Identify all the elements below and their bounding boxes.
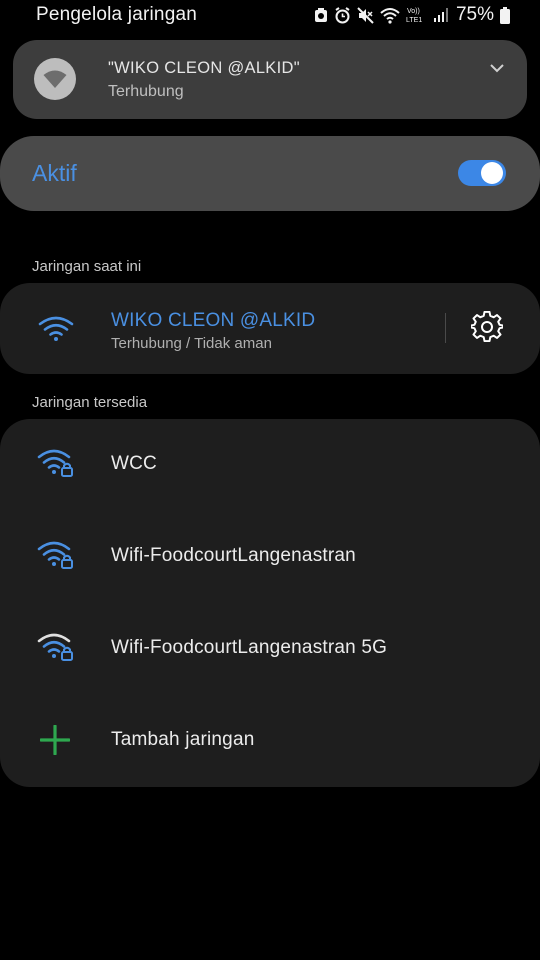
- wifi-manager-screen: Pengelola jaringan Vo)) LTE1 75% "WIKO C…: [0, 0, 540, 960]
- wifi-icon: [38, 314, 74, 347]
- network-row-wcc[interactable]: WCC: [0, 419, 540, 511]
- add-network-row[interactable]: Tambah jaringan: [0, 695, 540, 787]
- connected-network-name: "WIKO CLEON @ALKID": [108, 59, 300, 77]
- connected-network-status: Terhubung: [108, 83, 184, 100]
- network-name: WCC: [111, 453, 157, 474]
- network-row-foodcourt[interactable]: Wifi-FoodcourtLangenastran: [0, 511, 540, 603]
- available-networks-list: WCC Wifi-FoodcourtLangenastran Wifi-Food…: [0, 419, 540, 787]
- battery-icon: [500, 6, 510, 24]
- wifi-lock-icon: [37, 447, 75, 484]
- connected-network-card[interactable]: "WIKO CLEON @ALKID" Terhubung: [13, 40, 527, 119]
- wifi-lock-icon: [37, 539, 75, 576]
- status-bar: Pengelola jaringan Vo)) LTE1 75%: [0, 0, 540, 30]
- switch-knob: [481, 162, 503, 184]
- status-icons: Vo)) LTE1 75%: [314, 4, 510, 26]
- screen-title: Pengelola jaringan: [36, 4, 197, 25]
- wifi-toggle-bar[interactable]: Aktif: [0, 136, 540, 211]
- volte-top-text: Vo)): [407, 8, 420, 15]
- wifi-badge-icon: [34, 58, 76, 100]
- wifi-toggle-switch[interactable]: [458, 160, 506, 186]
- wifi-toggle-label: Aktif: [32, 160, 77, 186]
- volte-icon: Vo)) LTE1: [406, 6, 428, 24]
- network-row-foodcourt-5g[interactable]: Wifi-FoodcourtLangenastran 5G: [0, 603, 540, 695]
- current-network-status: Terhubung / Tidak aman: [111, 335, 272, 352]
- mute-icon: [357, 6, 374, 24]
- volte-bottom-text: LTE1: [406, 17, 422, 24]
- wifi-lock-icon: [37, 631, 75, 668]
- wifi-signal-icon: [380, 7, 400, 24]
- sync-icon: [314, 7, 328, 23]
- chevron-down-icon[interactable]: [489, 60, 505, 78]
- alarm-icon: [334, 6, 351, 24]
- network-name: Wifi-FoodcourtLangenastran: [111, 545, 356, 566]
- gear-icon[interactable]: [470, 310, 504, 348]
- current-network-header: Jaringan saat ini: [32, 258, 142, 275]
- row-divider: [445, 313, 446, 343]
- plus-icon: [39, 724, 71, 760]
- cell-signal-icon: [433, 7, 448, 23]
- battery-percent: 75%: [455, 4, 494, 25]
- available-networks-header: Jaringan tersedia: [32, 394, 148, 411]
- network-name: Wifi-FoodcourtLangenastran 5G: [111, 637, 388, 658]
- current-network-name: WIKO CLEON @ALKID: [111, 310, 316, 331]
- current-network-row[interactable]: WIKO CLEON @ALKID Terhubung / Tidak aman: [0, 283, 540, 374]
- add-network-label: Tambah jaringan: [111, 729, 255, 750]
